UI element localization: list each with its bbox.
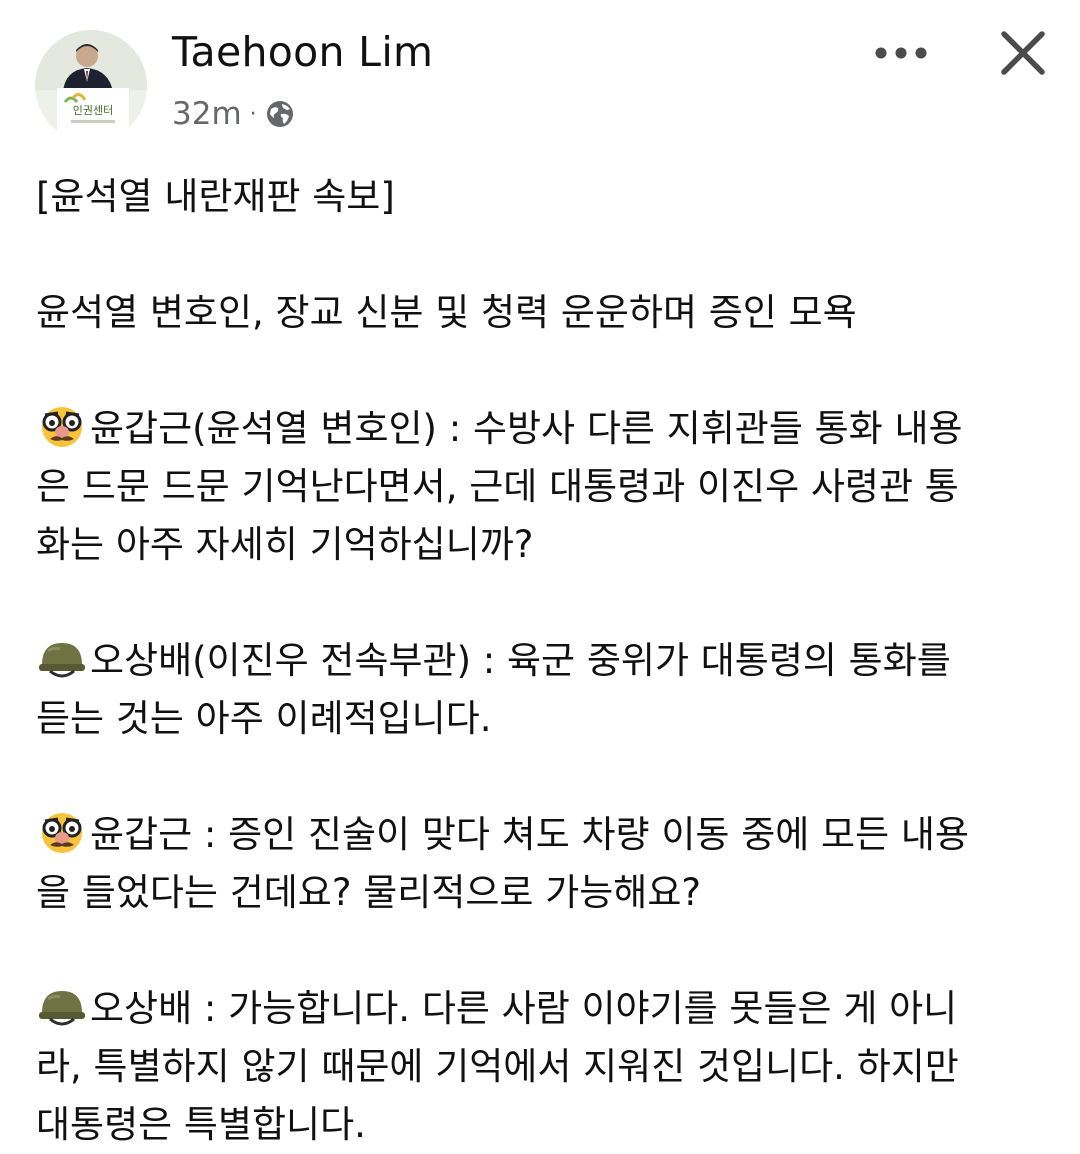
exchange-text: 대통령은 특별합니다. bbox=[36, 1103, 366, 1146]
exchange-text: 듣는 것는 아주 이례적입니다. bbox=[36, 697, 492, 740]
avatar-label: 인권센터 bbox=[73, 104, 113, 117]
author-name[interactable]: Taehoon Lim bbox=[172, 28, 433, 76]
exchange-line: 오상배(이진우 전속부관) : 육군 중위가 대통령의 통화를 bbox=[36, 632, 1046, 690]
disguise-face-icon bbox=[36, 811, 88, 855]
globe-icon bbox=[265, 99, 295, 129]
post-meta: 32m · bbox=[172, 92, 295, 136]
post-time[interactable]: 32m bbox=[172, 96, 242, 132]
exchange-text: 오상배(이진우 전속부관) : 육군 중위가 대통령의 통화를 bbox=[90, 639, 951, 682]
close-button[interactable] bbox=[992, 22, 1054, 84]
exchange-text: 을 들었다는 건데요? 물리적으로 가능해요? bbox=[36, 871, 702, 914]
exchange-text: 오상배 : 가능합니다. 다른 사람 이야기를 못들은 게 아니 bbox=[90, 987, 958, 1030]
military-helmet-icon bbox=[36, 637, 88, 681]
exchange-text: 은 드문 드문 기억난다면서, 근데 대통령과 이진우 사령관 통 bbox=[36, 465, 959, 508]
exchange-text: 화는 아주 자세히 기억하십니까? bbox=[36, 523, 534, 566]
post-header: 인권센터 Taehoon Lim 32m · bbox=[0, 0, 1080, 150]
exchange-text: 윤갑근 : 증인 진술이 맞다 쳐도 차량 이동 중에 모든 내용 bbox=[90, 813, 969, 856]
author-avatar[interactable]: 인권센터 bbox=[35, 30, 147, 142]
exchange-line: 오상배 : 가능합니다. 다른 사람 이야기를 못들은 게 아니 bbox=[36, 980, 1046, 1038]
more-options-button[interactable] bbox=[868, 28, 934, 78]
exchange-line: 윤갑근(윤석열 변호인) : 수방사 다른 지휘관들 통화 내용 bbox=[36, 400, 1046, 458]
exchange-line: 윤갑근 : 증인 진술이 맞다 쳐도 차량 이동 중에 모든 내용 bbox=[36, 806, 1046, 864]
disguise-face-icon bbox=[36, 405, 88, 449]
exchange-text: 윤갑근(윤석열 변호인) : 수방사 다른 지휘관들 통화 내용 bbox=[90, 407, 963, 450]
post-subtitle: 윤석열 변호인, 장교 신분 및 청력 운운하며 증인 모욕 bbox=[36, 291, 857, 334]
exchange-text: 라, 특별하지 않기 때문에 기억에서 지워진 것입니다. 하지만 bbox=[36, 1045, 959, 1088]
meta-separator: · bbox=[249, 101, 257, 127]
close-icon bbox=[1001, 31, 1045, 75]
post-body: [윤석열 내란재판 속보] 윤석열 변호인, 장교 신분 및 청력 운운하며 증… bbox=[36, 168, 1046, 1154]
military-helmet-icon bbox=[36, 985, 88, 1029]
post-title: [윤석열 내란재판 속보] bbox=[36, 175, 395, 218]
